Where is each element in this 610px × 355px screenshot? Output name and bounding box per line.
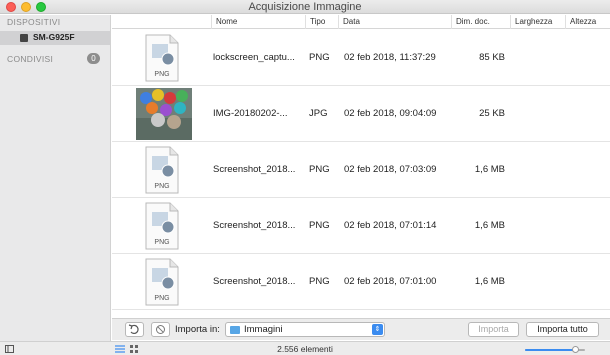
column-type[interactable]: Tipo	[305, 15, 338, 29]
title-bar: Acquisizione Immagine	[0, 0, 610, 14]
column-width[interactable]: Larghezza	[510, 15, 565, 29]
file-name: Screenshot_2018...	[213, 276, 296, 287]
window-title: Acquisizione Immagine	[248, 1, 362, 13]
photo-thumbnail	[136, 88, 192, 140]
import-in-label: Importa in:	[175, 324, 220, 335]
slider-knob[interactable]	[572, 346, 579, 353]
folder-icon	[230, 326, 240, 334]
list-item[interactable]: PNG Screenshot_2018... PNG 02 feb 2018, …	[112, 142, 610, 198]
list-item[interactable]: IMG-20180202-... JPG 02 feb 2018, 09:04:…	[112, 86, 610, 142]
png-file-icon: PNG	[136, 256, 192, 308]
file-type: JPG	[309, 108, 328, 119]
list-item[interactable]: PNG Screenshot_2018... PNG 02 feb 2018, …	[112, 254, 610, 310]
file-list: PNG lockscreen_captu... PNG 02 feb 2018,…	[112, 30, 610, 311]
thumbnail-size-slider[interactable]	[525, 346, 585, 353]
column-height[interactable]: Altezza	[565, 15, 610, 29]
import-destination-value: Immagini	[244, 324, 283, 335]
sidebar: DISPOSITIVI SM-G925F CONDIVISI 0	[0, 15, 111, 341]
file-name: lockscreen_captu...	[213, 52, 295, 63]
import-destination-select[interactable]: Immagini ⇕	[225, 322, 385, 337]
file-type: PNG	[309, 276, 330, 287]
png-label: PNG	[154, 239, 169, 246]
png-file-icon: PNG	[136, 32, 192, 84]
rotate-left-icon	[128, 324, 139, 335]
png-label: PNG	[154, 295, 169, 302]
file-date: 02 feb 2018, 09:04:09	[344, 108, 437, 119]
png-label: PNG	[154, 183, 169, 190]
delete-button[interactable]	[151, 322, 170, 337]
rotate-button[interactable]	[125, 322, 144, 337]
column-name[interactable]: Nome	[211, 15, 305, 29]
list-item[interactable]: PNG Screenshot_2018... PNG 02 feb 2018, …	[112, 198, 610, 254]
slider-fill	[525, 349, 576, 351]
item-count: 2.556 elementi	[277, 344, 333, 354]
file-date: 02 feb 2018, 07:03:09	[344, 164, 437, 175]
no-entry-icon	[156, 325, 165, 334]
status-bar: 2.556 elementi	[0, 341, 610, 355]
file-type: PNG	[309, 52, 330, 63]
column-header: Nome Tipo Data Dim. doc. Larghezza Altez…	[112, 15, 610, 29]
png-label: PNG	[154, 71, 169, 78]
device-name: SM-G925F	[33, 32, 75, 42]
file-size: 25 KB	[479, 108, 505, 119]
list-item-partial[interactable]	[112, 310, 610, 311]
file-name: Screenshot_2018...	[213, 220, 296, 231]
import-toolbar: Importa in: Immagini ⇕ Importa Importa t…	[112, 318, 610, 340]
file-type: PNG	[309, 220, 330, 231]
file-date: 02 feb 2018, 07:01:00	[344, 276, 437, 287]
phone-icon	[20, 34, 28, 42]
list-item[interactable]: PNG lockscreen_captu... PNG 02 feb 2018,…	[112, 30, 610, 86]
file-type: PNG	[309, 164, 330, 175]
sidebar-item-device[interactable]: SM-G925F	[0, 31, 110, 45]
file-name: IMG-20180202-...	[213, 108, 288, 119]
file-date: 02 feb 2018, 11:37:29	[344, 52, 436, 63]
devices-header: DISPOSITIVI	[7, 17, 61, 27]
import-all-button[interactable]: Importa tutto	[526, 322, 599, 337]
file-size: 85 KB	[479, 52, 505, 63]
png-file-icon: PNG	[136, 200, 192, 252]
file-name: Screenshot_2018...	[213, 164, 296, 175]
column-size[interactable]: Dim. doc.	[451, 15, 510, 29]
file-size: 1,6 MB	[474, 164, 505, 175]
chevron-updown-icon: ⇕	[372, 324, 383, 335]
file-date: 02 feb 2018, 07:01:14	[344, 220, 437, 231]
file-size: 1,6 MB	[474, 276, 505, 287]
file-size: 1,6 MB	[474, 220, 505, 231]
shared-header: CONDIVISI	[7, 54, 54, 64]
shared-count-badge: 0	[87, 53, 100, 64]
png-file-icon: PNG	[136, 144, 192, 196]
import-button[interactable]: Importa	[468, 322, 519, 337]
column-date[interactable]: Data	[338, 15, 451, 29]
